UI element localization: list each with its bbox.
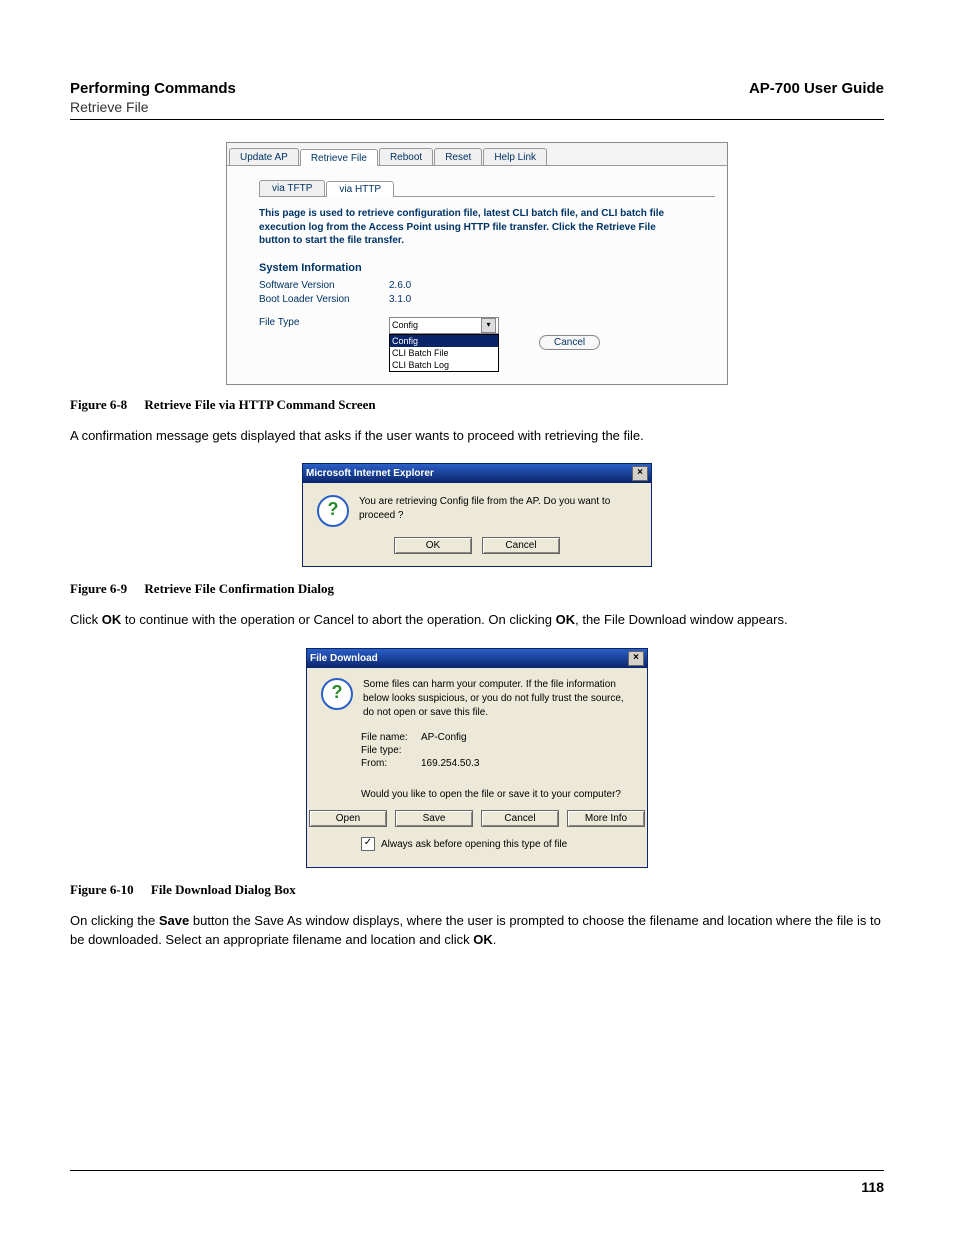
figure-number: Figure 6-10: [70, 882, 134, 897]
filetype-option-list: Config CLI Batch File CLI Batch Log: [389, 334, 499, 372]
tab-reboot[interactable]: Reboot: [379, 148, 433, 165]
filetype-label: File type:: [361, 745, 421, 756]
figure-6-9-caption: Figure 6-9 Retrieve File Confirmation Di…: [70, 581, 884, 597]
save-button[interactable]: Save: [395, 810, 473, 827]
figure-title: Retrieve File via HTTP Command Screen: [144, 397, 375, 412]
filetype-selected: Config: [392, 320, 418, 330]
filetype-option-cli-batch-file[interactable]: CLI Batch File: [390, 347, 498, 359]
filename-label: File name:: [361, 732, 421, 743]
system-info-heading: System Information: [259, 262, 715, 274]
software-version-value: 2.6.0: [389, 280, 489, 291]
subsection-title: Retrieve File: [70, 99, 884, 115]
open-button[interactable]: Open: [309, 810, 387, 827]
always-ask-checkbox[interactable]: ✓: [361, 837, 375, 851]
figure-6-8-caption: Figure 6-8 Retrieve File via HTTP Comman…: [70, 397, 884, 413]
dialog-title: Microsoft Internet Explorer: [306, 468, 434, 479]
figure-6-10-caption: Figure 6-10 File Download Dialog Box: [70, 882, 884, 898]
retrieve-file-panel: Update AP Retrieve File Reboot Reset Hel…: [226, 142, 728, 385]
footer-divider: [70, 1170, 884, 1171]
confirmation-dialog: Microsoft Internet Explorer × ? You are …: [302, 463, 652, 567]
tab-reset[interactable]: Reset: [434, 148, 482, 165]
subtab-via-http[interactable]: via HTTP: [326, 181, 394, 197]
filetype-option-cli-batch-log[interactable]: CLI Batch Log: [390, 359, 498, 371]
dialog-message: You are retrieving Config file from the …: [359, 495, 637, 527]
cancel-button[interactable]: Cancel: [539, 335, 600, 350]
question-icon: ?: [321, 678, 353, 710]
bootloader-version-value: 3.1.0: [389, 294, 489, 305]
subtab-via-tftp[interactable]: via TFTP: [259, 180, 325, 196]
figure-title: Retrieve File Confirmation Dialog: [144, 581, 334, 596]
section-title: Performing Commands: [70, 80, 236, 97]
figure-number: Figure 6-9: [70, 581, 127, 596]
tab-retrieve-file[interactable]: Retrieve File: [300, 149, 378, 166]
from-label: From:: [361, 758, 421, 769]
filename-value: AP-Config: [421, 732, 467, 743]
tab-update-ap[interactable]: Update AP: [229, 148, 299, 165]
dialog-title: File Download: [310, 653, 378, 664]
paragraph-1: A confirmation message gets displayed th…: [70, 427, 884, 446]
from-value: 169.254.50.3: [421, 758, 479, 769]
bootloader-version-label: Boot Loader Version: [259, 294, 389, 305]
question-icon: ?: [317, 495, 349, 527]
always-ask-label: Always ask before opening this type of f…: [381, 839, 567, 850]
ok-button[interactable]: OK: [394, 537, 472, 554]
tab-help-link[interactable]: Help Link: [483, 148, 547, 165]
page-number: 118: [70, 1179, 884, 1195]
figure-number: Figure 6-8: [70, 397, 127, 412]
open-save-prompt: Would you like to open the file or save …: [361, 789, 633, 800]
more-info-button[interactable]: More Info: [567, 810, 645, 827]
file-download-dialog: File Download × ? Some files can harm yo…: [306, 648, 648, 868]
paragraph-2: Click OK to continue with the operation …: [70, 611, 884, 630]
dialog-warning: Some files can harm your computer. If th…: [363, 678, 633, 720]
software-version-label: Software Version: [259, 280, 389, 291]
cancel-button[interactable]: Cancel: [481, 810, 559, 827]
cancel-button[interactable]: Cancel: [482, 537, 560, 554]
chevron-down-icon[interactable]: ▾: [481, 318, 496, 333]
close-icon[interactable]: ×: [628, 651, 644, 666]
header-divider: [70, 119, 884, 120]
close-icon[interactable]: ×: [632, 466, 648, 481]
figure-title: File Download Dialog Box: [151, 882, 296, 897]
doc-title: AP-700 User Guide: [749, 80, 884, 97]
filetype-dropdown[interactable]: Config ▾: [389, 317, 499, 334]
main-tabbar: Update AP Retrieve File Reboot Reset Hel…: [227, 143, 727, 166]
filetype-label: File Type: [259, 317, 389, 328]
panel-description: This page is used to retrieve configurat…: [259, 207, 679, 248]
paragraph-3: On clicking the Save button the Save As …: [70, 912, 884, 950]
sub-tabbar: via TFTP via HTTP: [259, 176, 715, 197]
filetype-option-config[interactable]: Config: [390, 335, 498, 347]
